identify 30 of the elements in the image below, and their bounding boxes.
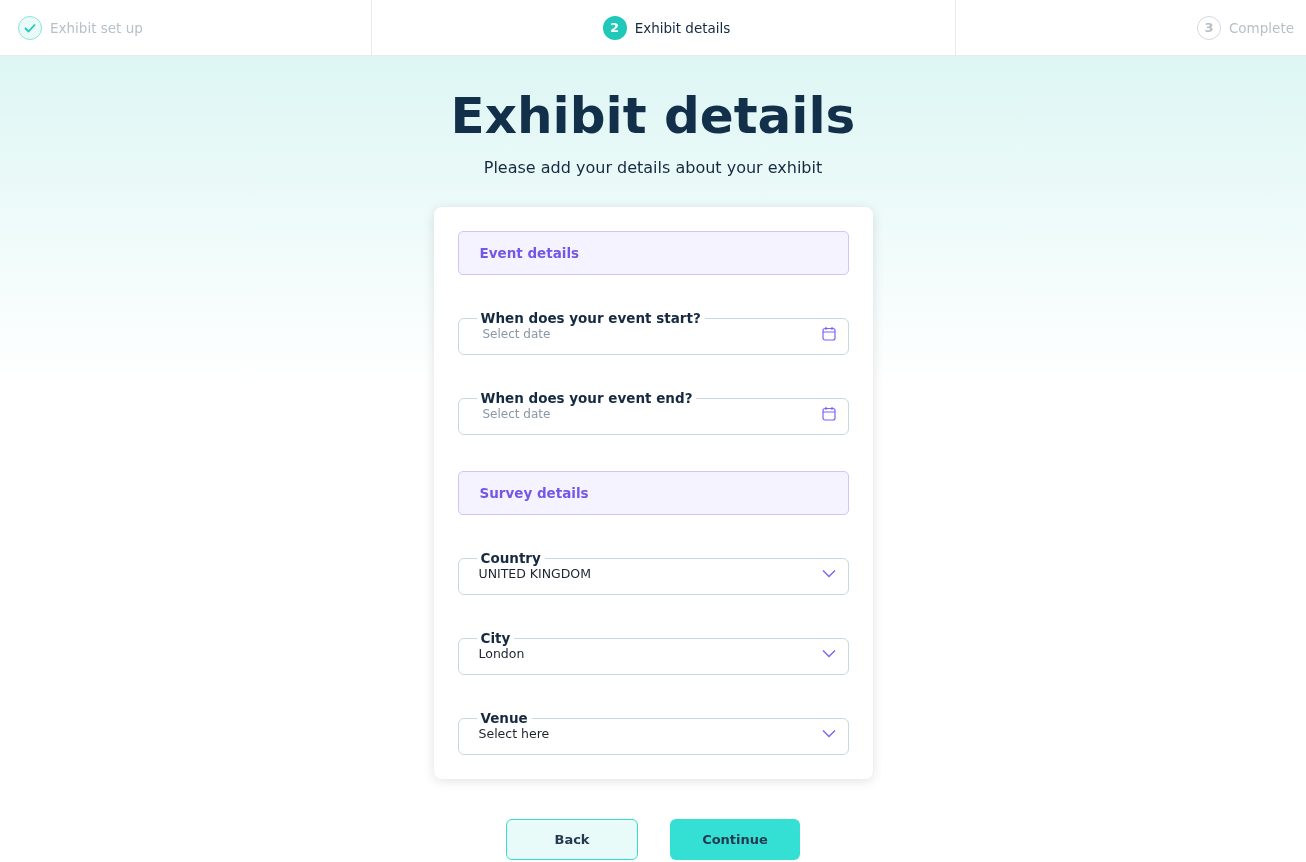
continue-button[interactable]: Continue <box>670 819 800 860</box>
date-field[interactable]: When does your event start? Select date <box>457 311 849 355</box>
calendar-icon <box>821 406 836 421</box>
step-number: 2 <box>602 15 627 40</box>
step-label: Complete <box>1228 19 1294 36</box>
section-header: Survey details <box>457 471 849 515</box>
dropdown[interactable]: Venue Select here <box>457 711 849 755</box>
field-label: City <box>479 631 512 645</box>
section-header: Event details <box>457 231 849 275</box>
step-label: Exhibit details <box>634 19 731 36</box>
chevron-down-icon <box>821 569 836 578</box>
back-button[interactable]: Back <box>506 819 638 860</box>
field-label: Country <box>479 551 542 565</box>
field-label: When does your event start? <box>479 311 702 325</box>
field-label: Venue <box>479 711 529 725</box>
chevron-down-icon <box>821 649 836 658</box>
placeholder-text: Select date <box>482 406 551 421</box>
chevron-down-icon <box>821 729 836 738</box>
dropdown[interactable]: City London <box>457 631 849 675</box>
dropdown[interactable]: Country UNITED KINGDOM <box>457 551 849 595</box>
step-label: Exhibit set up <box>50 19 143 36</box>
calendar-icon <box>821 326 836 341</box>
selected-value: London <box>478 646 525 661</box>
selected-value: UNITED KINGDOM <box>478 566 591 581</box>
page-subtitle: Please add your details about your exhibit <box>483 158 823 177</box>
date-field[interactable]: When does your event end? Select date <box>457 391 849 435</box>
page-title: Exhibit details <box>450 86 856 147</box>
placeholder-text: Select date <box>482 326 551 341</box>
field-label: When does your event end? <box>479 391 694 405</box>
selected-value: Select here <box>478 726 550 741</box>
